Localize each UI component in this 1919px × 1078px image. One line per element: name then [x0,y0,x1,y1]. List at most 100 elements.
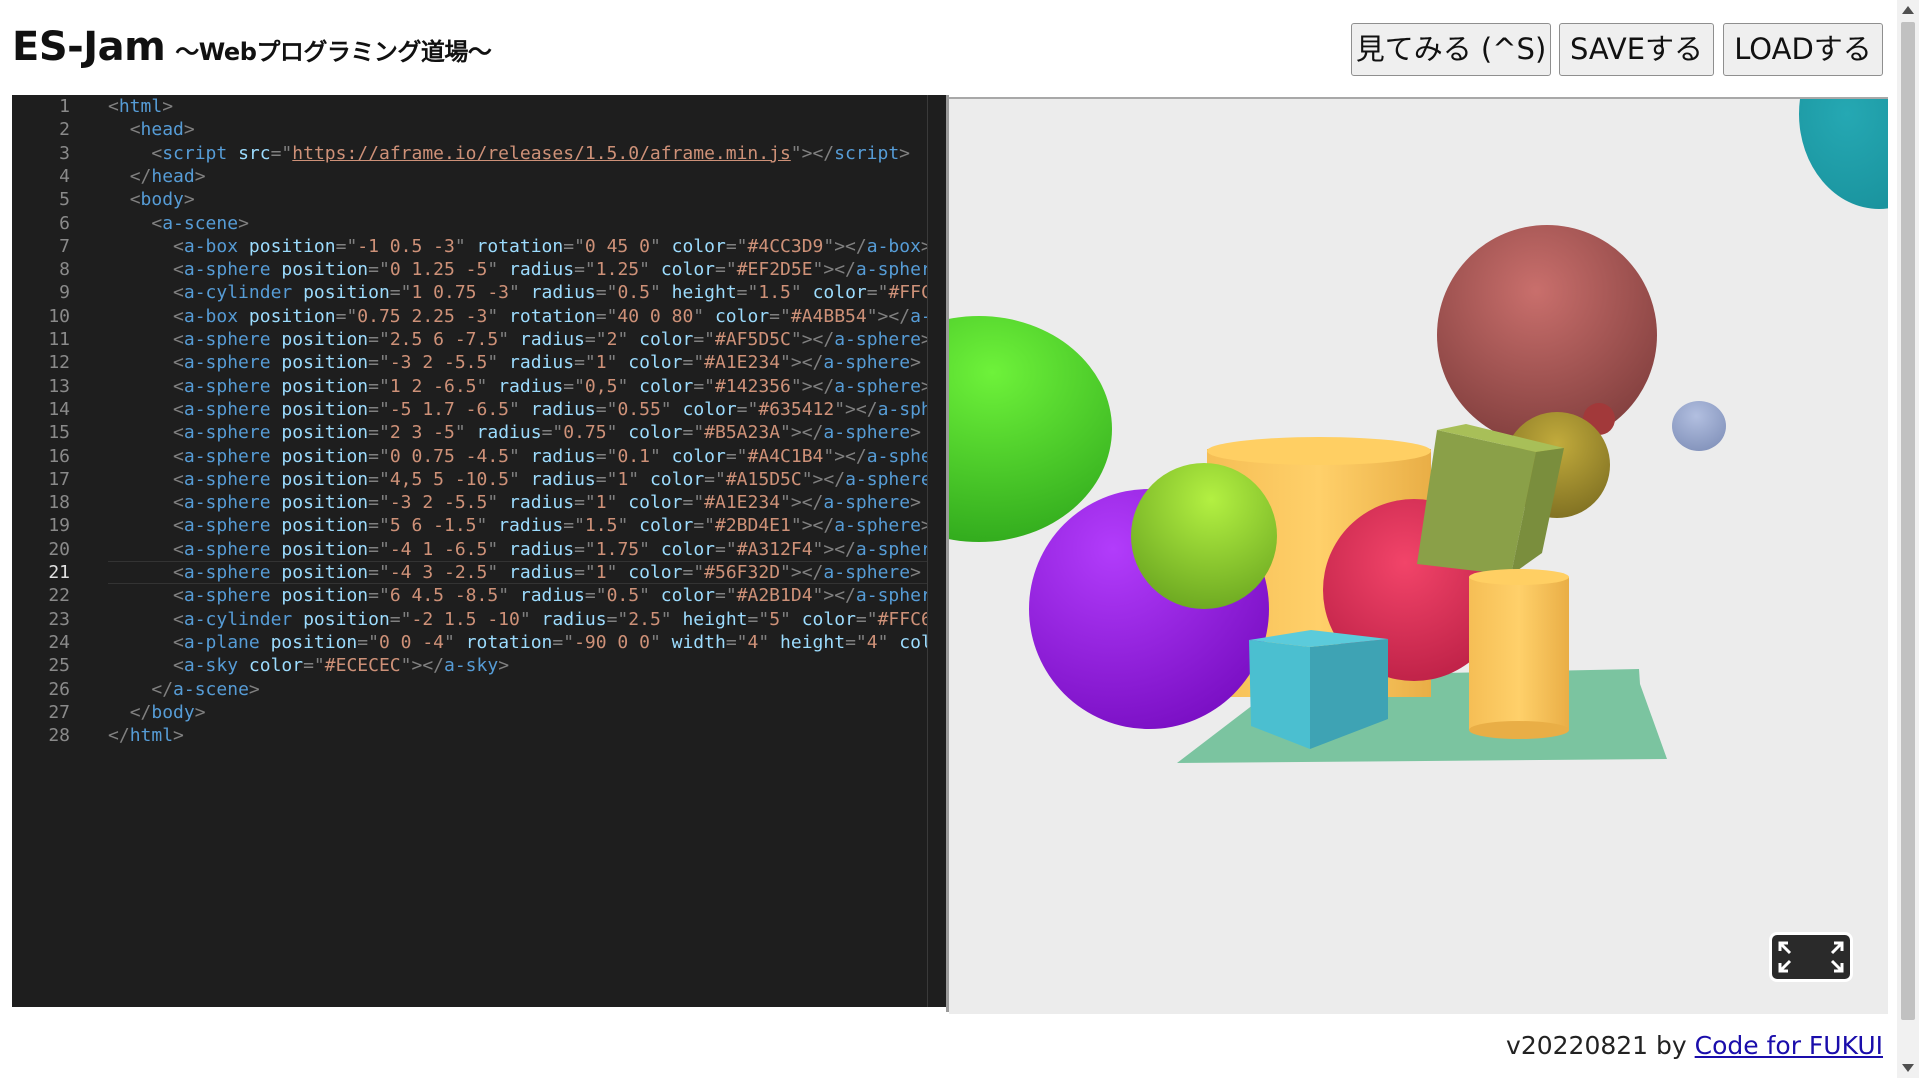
code-token: =" [368,538,390,560]
code-line[interactable]: </head> [108,165,206,188]
code-line[interactable]: <a-sphere position="-3 2 -5.5" radius="1… [108,491,921,514]
code-token: position [248,305,336,327]
scroll-down-arrow-icon[interactable] [1902,1064,1914,1072]
code-editor[interactable]: 1 2 3 4 5 6 7 8 9 10 11 12 13 14 15 16 17 18 19 20 21 22 23 24 2… [12,95,946,1007]
code-line[interactable]: <a-box position="0.75 2.25 -3" rotation=… [108,305,928,328]
scene-canvas[interactable] [949,99,1888,1014]
code-token: =" [704,468,726,490]
code-token: " [639,538,650,560]
code-token: color [682,398,737,420]
code-token: position [281,585,369,607]
code-line[interactable]: <a-cylinder position="1 0.75 -3" radius=… [108,281,928,304]
code-token: =" [595,445,618,467]
code-token: a-sphere [183,538,271,560]
save-button[interactable]: SAVEする [1559,23,1714,76]
page-scrollbar[interactable] [1897,0,1919,1078]
scroll-up-arrow-icon[interactable] [1902,6,1914,14]
code-token: < [173,398,184,420]
code-line[interactable]: <a-sphere position="5 6 -1.5" radius="1.… [108,514,928,537]
code-token: =" [715,538,737,560]
code-token: radius [519,329,585,350]
code-line[interactable]: <a-sphere position="-4 3 -2.5" radius="1… [108,561,921,584]
vr-fullscreen-button[interactable] [1769,932,1853,982]
code-token: < [173,538,184,560]
code-token: radius [476,422,542,444]
code-line[interactable]: </a-scene> [108,678,259,701]
code-token: height [780,631,846,653]
aframe-preview[interactable] [949,97,1888,1014]
run-preview-button[interactable]: 見てみる (^S) [1351,23,1551,76]
code-token: head [140,119,184,141]
code-token: 4 [866,631,878,653]
code-token: "></ [790,329,835,350]
code-token: rotation [465,631,553,653]
code-line[interactable]: <a-sky color="#ECECEC"></a-sky> [108,654,509,677]
code-token: #B5A23A [704,422,781,444]
code-token: > [238,212,249,234]
code-token: color [639,515,694,537]
code-line[interactable]: <script src="https://aframe.io/releases/… [108,142,910,165]
code-token: color [671,235,726,257]
code-token: a-box [183,235,239,257]
code-line[interactable]: <a-box position="-1 0.5 -3" rotation="0 … [108,235,928,258]
code-token: color [660,538,715,560]
code-line[interactable]: <a-sphere position="6 4.5 -8.5" radius="… [108,584,928,607]
code-line[interactable]: <a-sphere position="0 1.25 -5" radius="1… [108,258,928,281]
code-line[interactable]: <body> [108,188,195,211]
code-line[interactable]: <head> [108,118,195,141]
code-content[interactable]: <html> <head> <script src="https://afram… [108,95,928,1007]
code-token: 1.5 [584,515,618,537]
code-token: script [834,142,900,164]
code-token: > [910,562,921,583]
code-line[interactable]: <html> [108,95,173,118]
code-token: 1 [595,352,607,374]
code-line[interactable]: <a-sphere position="-5 1.7 -6.5" radius=… [108,398,928,421]
line-number: 8 [59,259,70,281]
code-line[interactable]: <a-cylinder position="-2 1.5 -10" radius… [108,608,928,631]
code-token: =" [574,352,596,374]
code-token: =" [541,422,564,444]
code-token: 0 0.75 -4.5 [389,445,510,467]
code-token: =" [368,585,390,607]
code-token: " [487,562,499,583]
scrollbar-thumb[interactable] [1901,22,1915,1020]
code-line[interactable]: <a-sphere position="1 2 -6.5" radius="0,… [108,375,928,398]
code-line[interactable]: </html> [108,724,184,747]
code-line[interactable]: <a-sphere position="-4 1 -6.5" radius="1… [108,538,928,561]
code-line[interactable]: <a-sphere position="2 3 -5" radius="0.75… [108,421,921,444]
code-token: 2 [606,329,618,350]
code-token: a-sphere [183,468,271,490]
code-token: 4,5 5 -10.5 [389,468,510,490]
code-token: " [487,538,499,560]
code-line[interactable]: <a-scene> [108,212,249,235]
code-line[interactable]: <a-sphere position="4,5 5 -10.5" radius=… [108,468,928,491]
code-token: a-sphere [845,468,928,490]
code-for-fukui-link[interactable]: Code for FUKUI [1695,1031,1883,1060]
code-line[interactable]: <a-sphere position="2.5 6 -7.5" radius="… [108,328,928,351]
code-token: =" [595,468,618,490]
code-line[interactable]: <a-sphere position="0 0.75 -4.5" radius=… [108,445,928,468]
code-line[interactable]: <a-sphere position="-3 2 -5.5" radius="1… [108,351,921,374]
code-line[interactable]: </body> [108,701,206,724]
code-token: head [151,165,195,187]
code-token: -90 0 0 [574,631,650,653]
code-token: color [812,282,867,304]
load-button[interactable]: LOADする [1723,23,1883,76]
back-cylinder-top [1207,437,1431,465]
code-line[interactable]: <a-plane position="0 0 -4" rotation="-90… [108,631,928,654]
code-token: =" [595,305,618,327]
line-number: 25 [48,655,70,677]
code-token: radius [530,468,596,490]
